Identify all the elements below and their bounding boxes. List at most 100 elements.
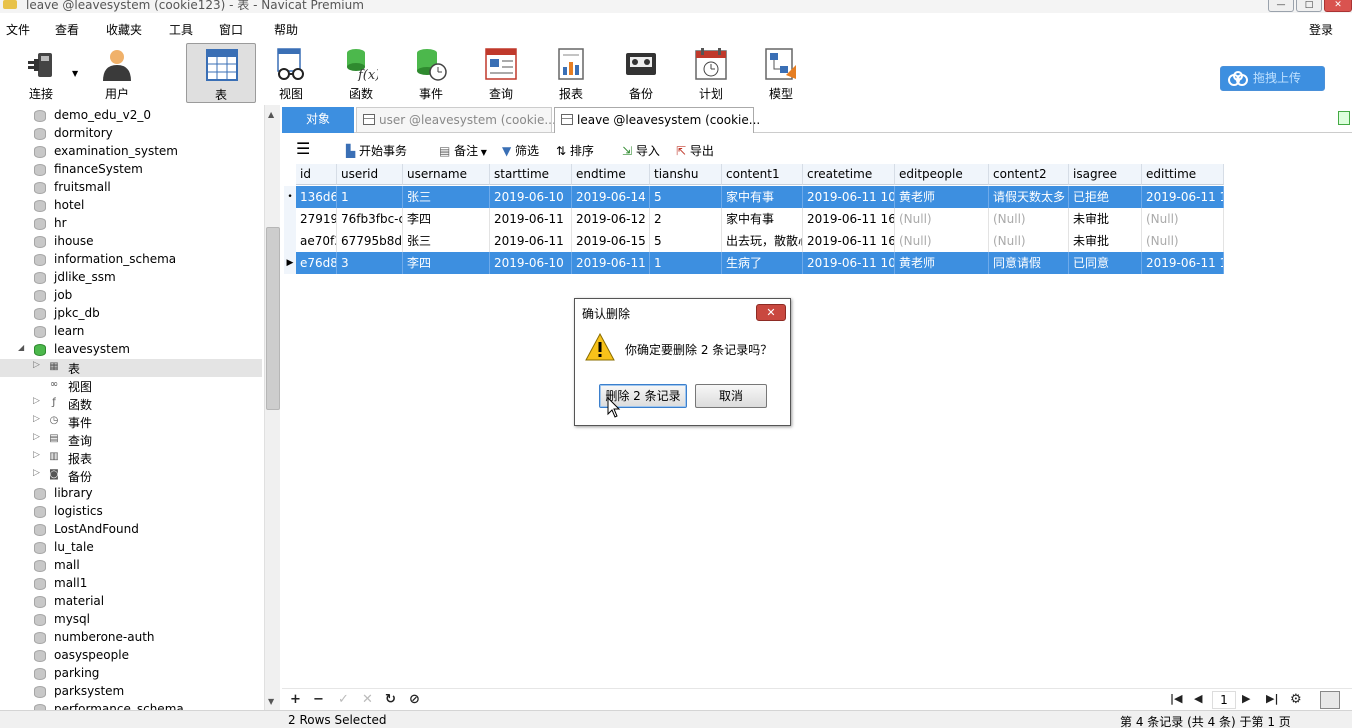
- toolbar-connect[interactable]: 连接 ▼: [6, 43, 78, 103]
- db-item[interactable]: demo_edu_v2_0: [0, 107, 262, 125]
- toolbar-event[interactable]: 事件: [396, 43, 466, 103]
- column-header-content2[interactable]: content2: [989, 164, 1069, 185]
- sort-button[interactable]: ⇅ 排序: [556, 142, 594, 159]
- cell-endtime[interactable]: 2019-06-11: [572, 252, 650, 274]
- cell-editpeople[interactable]: (Null): [895, 230, 989, 252]
- menu-help[interactable]: 帮助: [274, 21, 298, 38]
- cell-username[interactable]: 李四: [403, 208, 490, 230]
- cell-content1[interactable]: 出去玩，散散心: [722, 230, 803, 252]
- cell-starttime[interactable]: 2019-06-10: [490, 186, 572, 208]
- table-row[interactable]: •136d6t1张三2019-06-102019-06-145家中有事2019-…: [284, 186, 1224, 208]
- page-number-input[interactable]: 1: [1212, 691, 1236, 709]
- refresh-button[interactable]: ↻: [385, 692, 396, 707]
- apply-changes-button[interactable]: ✓: [338, 692, 349, 707]
- db-item[interactable]: performance_schema: [0, 701, 262, 710]
- note-button[interactable]: ▤ 备注 ▼: [439, 142, 487, 159]
- cell-userid[interactable]: 3: [337, 252, 403, 274]
- add-tab-icon[interactable]: [1338, 111, 1350, 125]
- note-dropdown-icon[interactable]: ▼: [478, 148, 487, 157]
- menu-tools[interactable]: 工具: [169, 21, 193, 38]
- db-item[interactable]: LostAndFound: [0, 521, 262, 539]
- db-item[interactable]: library: [0, 485, 262, 503]
- cell-tianshu[interactable]: 1: [650, 252, 722, 274]
- stop-button[interactable]: ⊘: [409, 692, 420, 707]
- db-item-leavesystem[interactable]: ◢ leavesystem: [0, 341, 262, 359]
- expand-arrow-icon[interactable]: ▷: [33, 414, 40, 424]
- close-button[interactable]: ✕: [1324, 0, 1352, 12]
- cell-isagree[interactable]: 已同意: [1069, 252, 1142, 274]
- db-item[interactable]: mall: [0, 557, 262, 575]
- cell-edittime[interactable]: (Null): [1142, 230, 1224, 252]
- drag-upload-button[interactable]: 拖拽上传: [1220, 66, 1325, 91]
- cancel-button[interactable]: 取消: [695, 384, 767, 408]
- cell-tianshu[interactable]: 2: [650, 208, 722, 230]
- cell-content1[interactable]: 家中有事: [722, 186, 803, 208]
- expand-arrow-icon[interactable]: ▷: [33, 432, 40, 442]
- scroll-down-icon[interactable]: ▼: [268, 697, 274, 706]
- cell-isagree[interactable]: 未审批: [1069, 230, 1142, 252]
- cell-edittime[interactable]: (Null): [1142, 208, 1224, 230]
- menu-view[interactable]: 查看: [55, 21, 79, 38]
- column-header-userid[interactable]: userid: [337, 164, 403, 185]
- cell-starttime[interactable]: 2019-06-11: [490, 230, 572, 252]
- prev-page-button[interactable]: ◀: [1194, 692, 1202, 705]
- db-item[interactable]: parking: [0, 665, 262, 683]
- db-item[interactable]: parksystem: [0, 683, 262, 701]
- toolbar-report[interactable]: 报表: [536, 43, 606, 103]
- db-item[interactable]: jdlike_ssm: [0, 269, 262, 287]
- menu-hamburger-icon[interactable]: ☰: [296, 139, 310, 158]
- cell-editpeople[interactable]: 黄老师: [895, 186, 989, 208]
- delete-record-button[interactable]: −: [313, 692, 324, 707]
- login-link[interactable]: 登录: [1309, 21, 1333, 38]
- tree-node-6[interactable]: ▷ ◙ 备份: [0, 467, 262, 485]
- begin-transaction-button[interactable]: ▙ 开始事务: [346, 142, 407, 159]
- toolbar-backup[interactable]: 备份: [606, 43, 676, 103]
- db-item[interactable]: material: [0, 593, 262, 611]
- db-item[interactable]: hr: [0, 215, 262, 233]
- expand-arrow-icon[interactable]: ▷: [33, 468, 40, 478]
- tree-node-1[interactable]: ∞ 视图: [0, 377, 262, 395]
- grid-scrollbar[interactable]: [1338, 133, 1352, 688]
- table-row[interactable]: ▶e76d8c3李四2019-06-102019-06-111生病了2019-0…: [284, 252, 1224, 274]
- column-header-starttime[interactable]: starttime: [490, 164, 572, 185]
- tab-user-table[interactable]: user @leavesystem (cookie...: [356, 107, 556, 133]
- table-row[interactable]: 27919776fb3fbc-c李四2019-06-112019-06-122家…: [284, 208, 1224, 230]
- menu-favorites[interactable]: 收藏夹: [106, 21, 142, 38]
- db-item[interactable]: examination_system: [0, 143, 262, 161]
- cell-endtime[interactable]: 2019-06-12: [572, 208, 650, 230]
- cell-userid[interactable]: 76fb3fbc-c: [337, 208, 403, 230]
- cell-userid[interactable]: 1: [337, 186, 403, 208]
- scroll-up-icon[interactable]: ▲: [268, 110, 274, 119]
- cell-userid[interactable]: 67795b8d-: [337, 230, 403, 252]
- cell-content2[interactable]: (Null): [989, 208, 1069, 230]
- db-item[interactable]: oasyspeople: [0, 647, 262, 665]
- row-marker[interactable]: •: [284, 186, 296, 208]
- db-item[interactable]: ihouse: [0, 233, 262, 251]
- cell-content2[interactable]: (Null): [989, 230, 1069, 252]
- tree-node-4[interactable]: ▷ ▤ 查询: [0, 431, 262, 449]
- expand-arrow-icon[interactable]: ▷: [33, 396, 40, 406]
- cell-edittime[interactable]: 2019-06-11 1: [1142, 186, 1224, 208]
- db-item[interactable]: numberone-auth: [0, 629, 262, 647]
- menu-window[interactable]: 窗口: [219, 21, 243, 38]
- tree-node-3[interactable]: ▷ ◷ 事件: [0, 413, 262, 431]
- cell-id[interactable]: ae70f3: [296, 230, 337, 252]
- db-item[interactable]: mysql: [0, 611, 262, 629]
- settings-gear-icon[interactable]: ⚙: [1290, 692, 1302, 707]
- column-header-content1[interactable]: content1: [722, 164, 803, 185]
- toolbar-query[interactable]: 查询: [466, 43, 536, 103]
- cell-isagree[interactable]: 未审批: [1069, 208, 1142, 230]
- cell-id[interactable]: 136d6t: [296, 186, 337, 208]
- column-header-username[interactable]: username: [403, 164, 490, 185]
- db-item[interactable]: mall1: [0, 575, 262, 593]
- cell-username[interactable]: 张三: [403, 186, 490, 208]
- maximize-button[interactable]: □: [1296, 0, 1322, 12]
- tab-objects[interactable]: 对象: [282, 107, 354, 133]
- minimize-button[interactable]: —: [1268, 0, 1294, 12]
- cell-content2[interactable]: 请假天数太多: [989, 186, 1069, 208]
- tree-node-2[interactable]: ▷ ƒ 函数: [0, 395, 262, 413]
- db-item[interactable]: financeSystem: [0, 161, 262, 179]
- menu-file[interactable]: 文件: [6, 21, 30, 38]
- last-page-button[interactable]: ▶|: [1266, 692, 1278, 705]
- cell-createtime[interactable]: 2019-06-11 16:: [803, 208, 895, 230]
